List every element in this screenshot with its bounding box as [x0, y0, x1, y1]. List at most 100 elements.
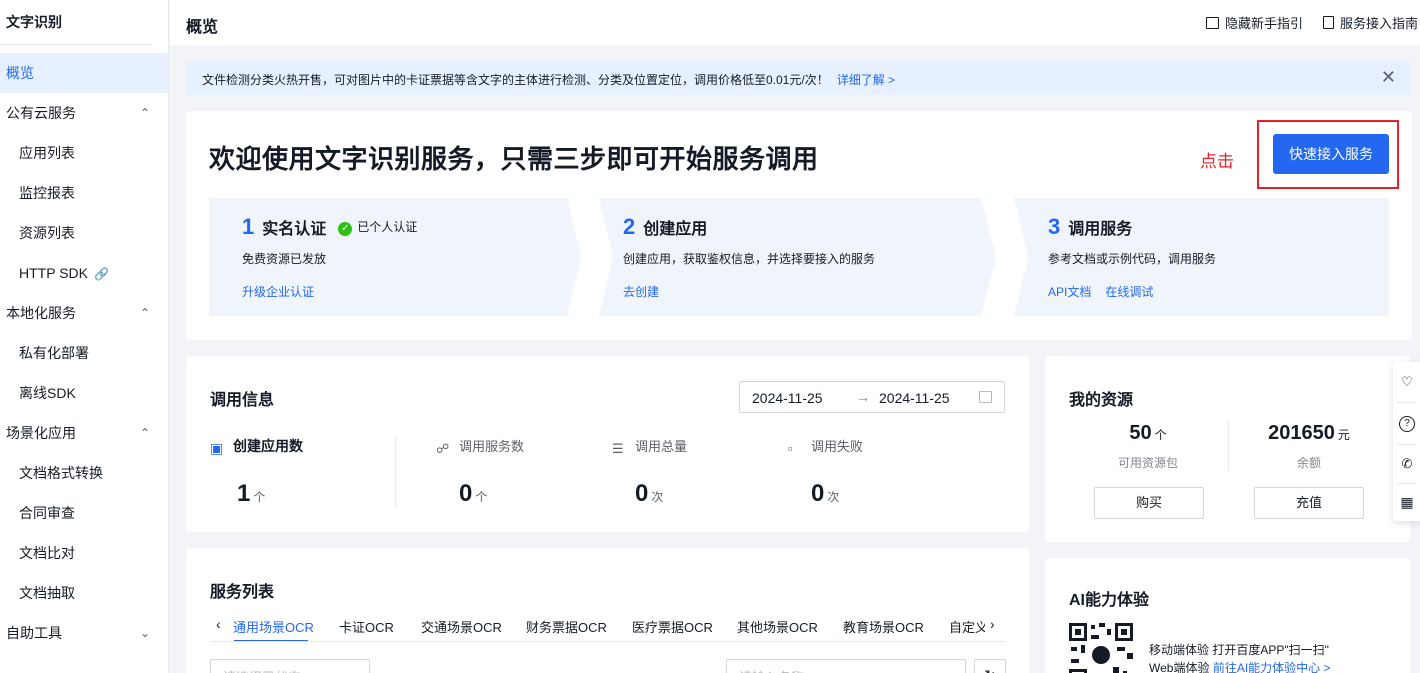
chevron-up-icon: ⌃	[139, 106, 150, 120]
tab-finance-ocr[interactable]: 财务票据OCR	[526, 617, 607, 636]
tab-card-ocr[interactable]: 卡证OCR	[339, 617, 394, 636]
steps-row: 1 实名认证 ✓ 已个人认证 免费资源已发放 升级企业认证 2 创建应用 创建应用，获取…	[209, 198, 1389, 316]
search-input[interactable]: 请输入名称	[726, 659, 966, 673]
buy-button[interactable]: 购买	[1094, 487, 1204, 519]
welcome-card: 欢迎使用文字识别服务，只需三步即可开始服务调用 点击 快速接入服务 1 实名认证 ✓…	[186, 111, 1412, 340]
quick-access-button[interactable]: 快速接入服务	[1273, 134, 1389, 174]
tab-general-ocr[interactable]: 通用场景OCR	[233, 617, 314, 636]
packages-value-wrap: 50 个	[1088, 422, 1208, 445]
metric-total-calls: ☰ 调用总量 0次	[612, 436, 687, 507]
metric-value: 0	[459, 480, 473, 507]
refresh-button[interactable]: ↻	[974, 659, 1006, 673]
packages-value: 50	[1129, 422, 1152, 444]
resources-card: 我的资源 50 个 可用资源包 201650 元 余额 购买 充值	[1045, 356, 1410, 542]
sidebar-item-doc-compare[interactable]: 文档比对	[0, 533, 168, 573]
service-list-card: 服务列表 ‹ 通用场景OCR 卡证OCR 交通场景OCR 财务票据OCR 医疗票…	[186, 548, 1029, 673]
metric-unit: 个	[475, 490, 488, 504]
calendar-icon	[979, 391, 992, 403]
divider	[1397, 444, 1416, 445]
step-number: 2	[623, 214, 636, 239]
grid-icon[interactable]: ▦	[1399, 494, 1415, 510]
phone-icon[interactable]: ✆	[1399, 456, 1415, 472]
tab-custom[interactable]: 自定义	[949, 617, 985, 636]
call-info-card: 调用信息 2024-11-25 → 2024-11-25 ▣ 创建应用数 1个 ☍…	[186, 356, 1029, 532]
sidebar-title: 文字识别	[0, 0, 152, 45]
tab-other-ocr[interactable]: 其他场景OCR	[737, 617, 818, 636]
metric-apps: ▣ 创建应用数 1个	[210, 436, 303, 507]
ai-web-line: Web端体验 前往AI能力体验中心 >	[1149, 659, 1331, 673]
step-2-desc: 创建应用，获取鉴权信息，并选择要接入的服务	[623, 252, 876, 266]
metric-label-wrap: ☰ 调用总量	[612, 436, 687, 456]
ai-web-text: Web端体验	[1149, 661, 1210, 673]
notice-detail-link[interactable]: 详细了解 >	[837, 73, 895, 87]
sidebar-item-label: HTTP SDK	[19, 265, 88, 281]
online-debug-link[interactable]: 在线调试	[1105, 285, 1153, 299]
tab-traffic-ocr[interactable]: 交通场景OCR	[421, 617, 502, 636]
sidebar-group-local-service[interactable]: 本地化服务 ⌃	[0, 293, 168, 333]
metric-failed-calls: ▫ 调用失败 0次	[788, 436, 863, 507]
ai-center-link[interactable]: 前往AI能力体验中心 >	[1213, 661, 1331, 673]
metric-label-wrap: ▫ 调用失败	[788, 436, 863, 456]
ai-experience-title: AI能力体验	[1069, 592, 1150, 609]
status-select[interactable]: 请选择已状态	[210, 659, 370, 673]
heart-icon[interactable]: ♡	[1399, 374, 1415, 390]
tab-medical-ocr[interactable]: 医疗票据OCR	[632, 617, 713, 636]
step-1-head: 1 实名认证 ✓ 已个人认证	[242, 214, 417, 240]
sidebar-group-scenario-apps[interactable]: 场景化应用 ⌃	[0, 413, 168, 453]
balance-label: 余额	[1296, 456, 1321, 470]
metric-services: ☍ 调用服务数 0个	[436, 436, 524, 507]
metric-value-wrap: 1个	[237, 480, 265, 508]
verified-label: 已个人认证	[357, 220, 418, 234]
create-app-link[interactable]: 去创建	[623, 285, 659, 299]
chevron-left-icon[interactable]: ‹	[216, 616, 221, 632]
hide-guide-label: 隐藏新手指引	[1225, 16, 1304, 31]
notice-text-wrap: 文件检测分类火热开售，可对图片中的卡证票据等含文字的主体进行检测、分类及位置定位…	[202, 71, 895, 88]
help-icon[interactable]: ?	[1399, 416, 1415, 432]
tab-education-ocr[interactable]: 教育场景OCR	[843, 617, 924, 636]
sidebar-group-self-service-tools[interactable]: 自助工具 ⌄	[0, 613, 168, 653]
ai-experience-card: AI能力体验 移动端体验 打开百度APP"扫一扫" Web端体验 前往AI能力体…	[1045, 558, 1410, 673]
database-icon: ☰	[612, 441, 624, 456]
recharge-button[interactable]: 充值	[1254, 487, 1364, 519]
step-name: 实名认证	[262, 221, 327, 238]
verified-badge: ✓ 已个人认证	[338, 220, 418, 236]
top-header: 概览 隐藏新手指引 服务接入指南	[170, 0, 1420, 45]
metric-label-wrap: ▣ 创建应用数	[210, 436, 303, 456]
date-range-picker[interactable]: 2024-11-25 → 2024-11-25	[739, 381, 1005, 413]
divider	[1228, 420, 1229, 470]
close-icon[interactable]: ✕	[1381, 68, 1396, 86]
sidebar-item-private-deploy[interactable]: 私有化部署	[0, 333, 168, 373]
ai-mobile-text: 移动端体验 打开百度APP"扫一扫"	[1149, 643, 1329, 657]
step-3-links: API文档 在线调试	[1048, 283, 1167, 300]
metric-value: 1	[237, 480, 251, 507]
step-3-desc: 参考文档或示例代码，调用服务	[1048, 252, 1217, 266]
document-icon	[1323, 16, 1334, 29]
step-name: 调用服务	[1068, 221, 1133, 238]
sidebar-group-public-cloud[interactable]: 公有云服务 ⌃	[0, 93, 168, 133]
hide-guide-link[interactable]: 隐藏新手指引	[1206, 13, 1303, 32]
qr-code-image	[1069, 623, 1133, 673]
sidebar-item-label: 本地化服务	[6, 305, 76, 321]
upgrade-enterprise-link[interactable]: 升级企业认证	[242, 285, 314, 299]
metric-value-wrap: 0个	[459, 480, 487, 508]
sidebar-item-http-sdk[interactable]: HTTP SDK 🔗	[0, 253, 168, 293]
metric-label-wrap: ☍ 调用服务数	[436, 436, 524, 456]
step-number: 1	[242, 214, 255, 239]
sidebar-item-contract-review[interactable]: 合同审查	[0, 493, 168, 533]
sidebar-item-offline-sdk[interactable]: 离线SDK	[0, 373, 168, 413]
sidebar-item-label: 场景化应用	[6, 425, 76, 441]
sidebar-item-doc-convert[interactable]: 文档格式转换	[0, 453, 168, 493]
sidebar-item-overview[interactable]: 概览	[0, 53, 168, 93]
link-icon: 🔗	[93, 267, 109, 281]
sidebar-item-doc-extract[interactable]: 文档抽取	[0, 573, 168, 613]
sidebar-item-monitor-report[interactable]: 监控报表	[0, 173, 168, 213]
sidebar-item-app-list[interactable]: 应用列表	[0, 133, 168, 173]
sidebar-item-resource-list[interactable]: 资源列表	[0, 213, 168, 253]
service-guide-link[interactable]: 服务接入指南	[1323, 13, 1418, 32]
api-docs-link[interactable]: API文档	[1048, 285, 1091, 299]
metric-label: 创建应用数	[233, 438, 303, 454]
page-title: 概览	[186, 19, 219, 36]
notice-banner: 文件检测分类火热开售，可对图片中的卡证票据等含文字的主体进行检测、分类及位置定位…	[186, 61, 1410, 95]
chevron-right-icon[interactable]: ›	[990, 616, 995, 632]
notice-text: 文件检测分类火热开售，可对图片中的卡证票据等含文字的主体进行检测、分类及位置定位…	[202, 73, 829, 87]
